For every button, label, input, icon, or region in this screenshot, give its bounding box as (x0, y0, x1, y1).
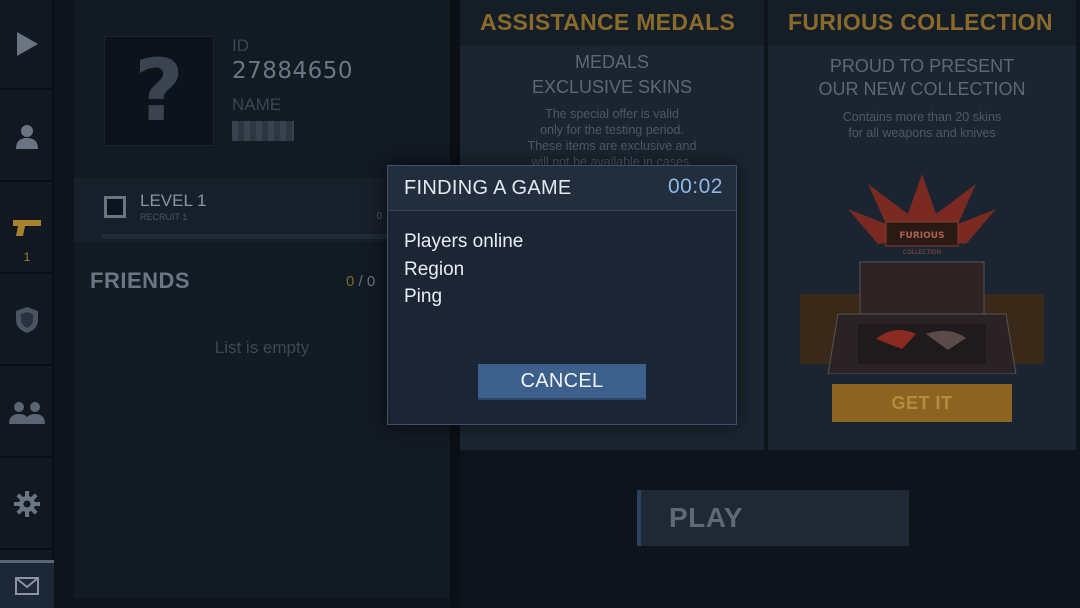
pistol-icon (13, 220, 41, 236)
friends-online-count: 0 (346, 273, 355, 290)
description-line: only for the testing period. (540, 123, 684, 137)
dialog-header: FINDING A GAME 00:02 (388, 166, 736, 211)
card-header: ASSISTANCE MEDALS (460, 0, 764, 46)
card-description: The special offer is valid only for the … (460, 106, 764, 170)
inventory-count: 1 (23, 250, 31, 264)
id-value: 27884650 (232, 58, 354, 84)
sidebar-item-profile[interactable] (0, 92, 54, 182)
players-online-label: Players online (404, 231, 524, 252)
shield-icon (16, 307, 38, 333)
level-progress-value: 0 (376, 211, 382, 222)
description-line: for all weapons and knives (848, 126, 996, 140)
avatar[interactable]: ? (104, 36, 214, 146)
description-line: The special offer is valid (545, 107, 679, 121)
rank-icon (104, 196, 126, 218)
friends-total-count: 0 (366, 273, 376, 290)
gear-icon (14, 491, 40, 517)
sidebar-item-clan[interactable] (0, 276, 54, 366)
level-label: LEVEL 1 (140, 191, 207, 210)
dialog-title: FINDING A GAME (404, 177, 572, 199)
friends-count: 0 / 0 (346, 273, 375, 290)
card-header: FURIOUS COLLECTION (768, 0, 1076, 46)
name-value-redacted (232, 121, 294, 141)
card-heading: PROUD TO PRESENT (829, 56, 1015, 76)
mail-icon (15, 576, 39, 595)
play-button[interactable]: PLAY (637, 490, 909, 546)
play-icon (17, 32, 38, 56)
furious-collection-card[interactable]: FURIOUS COLLECTION PROUD TO PRESENT OUR … (768, 0, 1076, 450)
card-subheading: EXCLUSIVE SKINS (531, 77, 693, 97)
card-title: ASSISTANCE MEDALS (480, 9, 736, 35)
case-logo-subtext: COLLECTION (903, 249, 941, 256)
avatar-placeholder: ? (134, 41, 184, 141)
sidebar-item-friends[interactable] (0, 368, 54, 458)
mail-button[interactable] (0, 560, 54, 608)
finding-game-dialog: FINDING A GAME 00:02 Players online Regi… (387, 165, 737, 425)
sidebar-item-settings[interactable] (0, 460, 54, 550)
rank-label: RECRUIT 1 (140, 212, 188, 222)
card-title: FURIOUS COLLECTION (788, 9, 1053, 35)
case-logo-text: FURIOUS (899, 231, 944, 241)
profile-icon (16, 125, 38, 149)
sidebar-item-play[interactable] (0, 0, 54, 90)
id-label: ID (232, 36, 249, 55)
friends-title: FRIENDS (90, 268, 191, 293)
level-progress-bar (102, 234, 402, 239)
play-button-label: PLAY (669, 502, 744, 533)
cancel-button[interactable]: CANCEL (478, 364, 646, 400)
weapon-case-image: FURIOUS COLLECTION (800, 174, 1044, 374)
friends-count-separator: / (358, 273, 363, 290)
card-heading: MEDALS (574, 52, 650, 72)
matchmaking-info: Players online Region Ping (404, 228, 523, 311)
card-body: PROUD TO PRESENT OUR NEW COLLECTION Cont… (768, 46, 1076, 450)
description-line: These items are exclusive and (527, 139, 697, 153)
name-label: NAME (232, 95, 282, 114)
card-subheading: OUR NEW COLLECTION (818, 79, 1026, 99)
search-timer: 00:02 (667, 175, 723, 198)
card-description: Contains more than 20 skins for all weap… (768, 109, 1076, 141)
ping-label: Ping (404, 286, 443, 307)
region-label: Region (404, 258, 465, 280)
description-line: Contains more than 20 skins (842, 110, 1002, 124)
friends-icon (9, 402, 45, 424)
sidebar: 1 (0, 0, 54, 608)
get-it-button[interactable]: GET IT (832, 384, 1012, 422)
